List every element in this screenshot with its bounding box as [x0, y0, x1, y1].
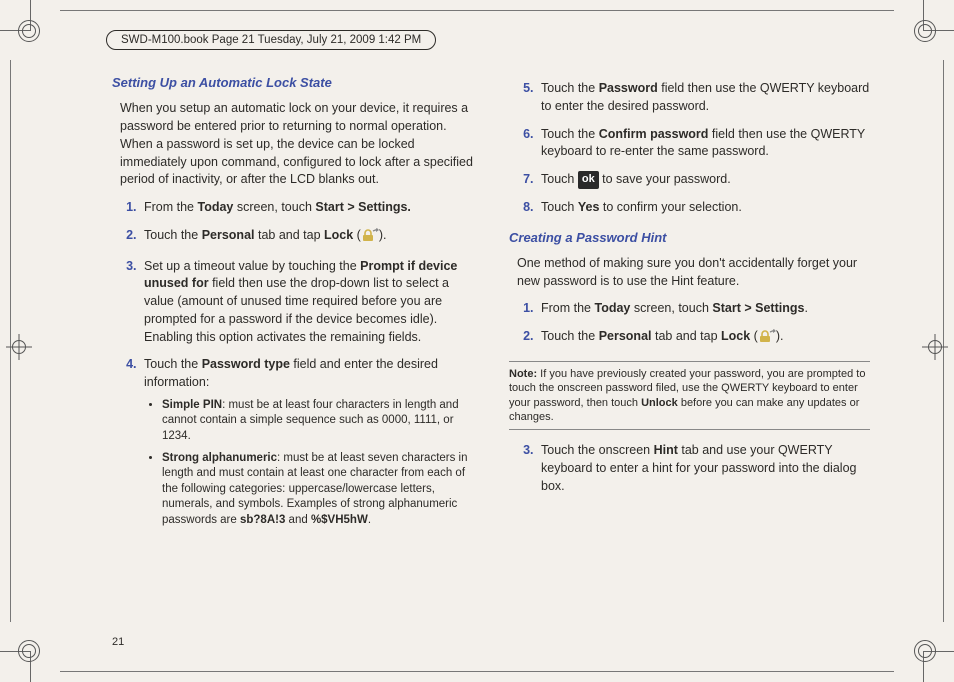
ui-label: Confirm password — [599, 127, 709, 141]
sub-list: Simple PIN: must be at least four charac… — [144, 398, 473, 528]
step-text: ). — [776, 329, 784, 343]
step-text: Touch the onscreen — [541, 443, 654, 457]
step-text: Touch the — [541, 127, 599, 141]
running-header: SWD-M100.book Page 21 Tuesday, July 21, … — [106, 30, 436, 50]
password-example: %$VH5hW — [311, 514, 368, 526]
page: SWD-M100.book Page 21 Tuesday, July 21, … — [70, 30, 884, 652]
crop-line — [60, 10, 894, 11]
ui-label: Personal — [599, 329, 652, 343]
section-intro: One method of making sure you don't acci… — [517, 255, 870, 291]
ui-label: Strong alphanumeric — [162, 452, 277, 464]
page-number: 21 — [112, 636, 124, 648]
sub-item: Strong alphanumeric: must be at least se… — [162, 451, 473, 529]
step-text: to confirm your selection. — [599, 200, 741, 214]
step-item: Touch the Password field then use the QW… — [537, 80, 870, 116]
step-text: ). — [379, 228, 387, 242]
ui-label: Unlock — [641, 397, 678, 409]
steps-list: From the Today screen, touch Start > Set… — [120, 199, 473, 528]
sub-item: Simple PIN: must be at least four charac… — [162, 398, 473, 445]
step-text: tab and tap — [255, 228, 325, 242]
ui-label: Today — [198, 200, 234, 214]
ui-label: Today — [595, 301, 631, 315]
step-text: tab and tap — [652, 329, 722, 343]
registration-cross — [10, 338, 28, 356]
ui-label: Lock — [721, 329, 750, 343]
section-intro: When you setup an automatic lock on your… — [120, 100, 473, 189]
step-item: From the Today screen, touch Start > Set… — [537, 300, 870, 318]
sub-text: and — [285, 514, 311, 526]
step-text: Touch the — [541, 81, 599, 95]
step-text: From the — [144, 200, 198, 214]
step-item: Touch the Personal tab and tap Lock (). — [537, 328, 870, 349]
registration-mark — [914, 640, 936, 662]
note-label: Note: — [509, 368, 537, 380]
step-text: Touch the — [144, 357, 202, 371]
steps-list-hint: From the Today screen, touch Start > Set… — [517, 300, 870, 349]
step-text: screen, touch — [233, 200, 315, 214]
note-block: Note: If you have previously created you… — [509, 361, 870, 430]
step-text: ( — [750, 329, 758, 343]
step-item: Touch ok to save your password. — [537, 171, 870, 189]
step-item: Touch the Confirm password field then us… — [537, 126, 870, 162]
steps-list-continued: Touch the Password field then use the QW… — [517, 80, 870, 217]
crop-line — [60, 671, 894, 672]
ui-label: Lock — [324, 228, 353, 242]
steps-list-hint-continued: Touch the onscreen Hint tab and use your… — [517, 442, 870, 495]
step-text: to save your password. — [599, 172, 731, 186]
registration-mark — [914, 20, 936, 42]
ui-label: Personal — [202, 228, 255, 242]
ui-label: Simple PIN — [162, 399, 222, 411]
ui-label: Start > Settings — [712, 301, 804, 315]
step-text: From the — [541, 301, 595, 315]
step-text: screen, touch — [630, 301, 712, 315]
lock-icon — [758, 329, 776, 349]
step-item: Touch Yes to confirm your selection. — [537, 199, 870, 217]
step-text: ( — [353, 228, 361, 242]
section-title: Creating a Password Hint — [509, 229, 870, 247]
ui-label: Password — [599, 81, 658, 95]
step-item: Touch the Personal tab and tap Lock (). — [140, 227, 473, 248]
password-example: sb?8A!3 — [240, 514, 285, 526]
registration-mark — [18, 640, 40, 662]
ui-label: Start > Settings. — [315, 200, 411, 214]
registration-mark — [18, 20, 40, 42]
right-column: Touch the Password field then use the QW… — [509, 74, 870, 538]
left-column: Setting Up an Automatic Lock State When … — [112, 74, 473, 538]
page-body: Setting Up an Automatic Lock State When … — [70, 50, 884, 538]
section-title: Setting Up an Automatic Lock State — [112, 74, 473, 92]
ok-button-icon: ok — [578, 171, 599, 189]
step-text: Touch the — [541, 329, 599, 343]
step-item: Set up a timeout value by touching the P… — [140, 258, 473, 347]
step-item: Touch the Password type field and enter … — [140, 356, 473, 528]
sub-text: . — [368, 514, 371, 526]
lock-icon — [361, 228, 379, 248]
step-text: Touch — [541, 172, 578, 186]
ui-label: Hint — [654, 443, 678, 457]
step-item: From the Today screen, touch Start > Set… — [140, 199, 473, 217]
step-text: Set up a timeout value by touching the — [144, 259, 360, 273]
step-item: Touch the onscreen Hint tab and use your… — [537, 442, 870, 495]
ui-label: Yes — [578, 200, 600, 214]
step-text: . — [804, 301, 807, 315]
step-text: Touch the — [144, 228, 202, 242]
step-text: Touch — [541, 200, 578, 214]
registration-cross — [926, 338, 944, 356]
ui-label: Password type — [202, 357, 290, 371]
